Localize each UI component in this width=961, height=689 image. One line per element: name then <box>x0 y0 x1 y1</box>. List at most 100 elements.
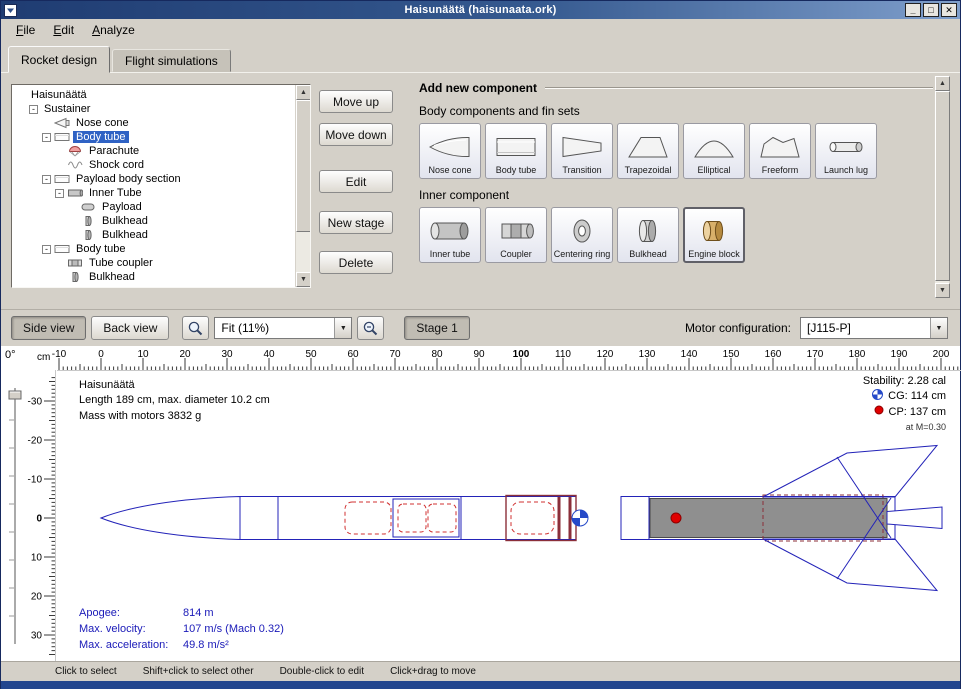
tree-scrollbar[interactable]: ▲ ▼ <box>295 85 310 287</box>
openrocket-window: Haisunäätä (haisunaata.ork) _ □ ✕ FileEd… <box>0 0 961 689</box>
add-panel-scrollbar[interactable]: ▲ ▼ <box>934 76 949 298</box>
add-engine-block-button[interactable]: Engine block <box>683 207 745 263</box>
scroll-down-icon[interactable]: ▼ <box>935 283 950 298</box>
move-up-button[interactable]: Move up <box>319 90 393 113</box>
fin-lower[interactable] <box>763 539 937 591</box>
new-stage-button[interactable]: New stage <box>319 211 393 234</box>
header-rule <box>545 87 933 89</box>
svg-text:70: 70 <box>389 349 401 360</box>
component-button-label: Inner tube <box>430 250 471 260</box>
svg-text:200: 200 <box>933 349 950 360</box>
cg-marker <box>572 510 588 526</box>
scrollbar-thumb[interactable] <box>935 91 950 281</box>
zoom-out-button[interactable] <box>182 316 209 340</box>
tree-item-label: Shock cord <box>86 159 147 171</box>
collapse-icon[interactable]: - <box>42 175 51 184</box>
rotation-slider[interactable] <box>9 388 21 644</box>
tab-rocket-design[interactable]: Rocket design <box>8 46 110 73</box>
add-nose-cone-button[interactable]: Nose cone <box>419 123 481 179</box>
rocket-dimensions: Length 189 cm, max. diameter 10.2 cm <box>79 393 270 408</box>
collapse-icon[interactable]: - <box>42 133 51 142</box>
trapezoidal-fin-icon <box>626 127 670 166</box>
edit-button[interactable]: Edit <box>319 170 393 193</box>
tree-item-shock-cord[interactable]: Shock cord <box>12 158 294 172</box>
tree-item-bulkhead[interactable]: Bulkhead <box>12 228 294 242</box>
scroll-up-icon[interactable]: ▲ <box>296 85 311 100</box>
add-coupler-button[interactable]: Coupler <box>485 207 547 263</box>
tree-item-parachute[interactable]: Parachute <box>12 144 294 158</box>
svg-text:-30: -30 <box>28 397 43 408</box>
add-transition-button[interactable]: Transition <box>551 123 613 179</box>
fin-upper[interactable] <box>763 446 937 498</box>
flight-stat-row: Max. acceleration:49.8 m/s² <box>79 638 284 654</box>
flight-stat-row: Apogee:814 m <box>79 606 284 622</box>
flight-stat-label: Apogee: <box>79 606 183 622</box>
scrollbar-thumb[interactable] <box>296 100 311 232</box>
add-launch-lug-button[interactable]: Launch lug <box>815 123 877 179</box>
add-bulkhead-button[interactable]: Bulkhead <box>617 207 679 263</box>
component-button-label: Centering ring <box>554 250 611 260</box>
menu-file[interactable]: File <box>7 20 44 40</box>
menu-analyze[interactable]: Analyze <box>83 20 144 40</box>
rocket-drawing[interactable] <box>101 446 942 591</box>
stability-condition: at M=0.30 <box>863 421 946 433</box>
flight-stat-value: 49.8 m/s² <box>183 638 229 654</box>
back-view-button[interactable]: Back view <box>91 316 169 340</box>
tree-item-tube-coupler[interactable]: Tube coupler <box>12 256 294 270</box>
zoom-select[interactable]: Fit (11%) ▼ <box>214 317 352 339</box>
tree-item-label: Payload body section <box>73 173 184 185</box>
tree-item-bulkhead[interactable]: Bulkhead <box>12 270 294 284</box>
tab-row: Rocket designFlight simulations <box>1 41 960 72</box>
add-freeform-button[interactable]: Freeform <box>749 123 811 179</box>
close-button[interactable]: ✕ <box>941 3 957 17</box>
tree-item-haisun-t[interactable]: Haisunäätä <box>12 88 294 102</box>
centering-ring-icon <box>560 211 604 250</box>
stage-1-button[interactable]: Stage 1 <box>404 316 469 340</box>
body-tube-a[interactable] <box>240 497 576 540</box>
tree-item-payload[interactable]: Payload <box>12 200 294 214</box>
tab-flight-simulations[interactable]: Flight simulations <box>112 49 231 72</box>
window-menu-icon[interactable] <box>4 4 17 17</box>
collapse-icon[interactable]: - <box>42 245 51 254</box>
add-elliptical-button[interactable]: Elliptical <box>683 123 745 179</box>
component-button-label: Nose cone <box>428 166 471 176</box>
scroll-down-icon[interactable]: ▼ <box>296 272 311 287</box>
add-body-tube-button[interactable]: Body tube <box>485 123 547 179</box>
tree-item-sustainer[interactable]: -Sustainer <box>12 102 294 116</box>
tree-item-body-tube[interactable]: -Body tube <box>12 130 294 144</box>
flight-stat-label: Max. velocity: <box>79 622 183 638</box>
side-view-button[interactable]: Side view <box>11 316 86 340</box>
motor-configuration-select[interactable]: [J115-P] ▼ <box>800 317 948 339</box>
svg-text:140: 140 <box>681 349 698 360</box>
tree-item-body-tube[interactable]: -Body tube <box>12 242 294 256</box>
menu-edit[interactable]: Edit <box>44 20 83 40</box>
scroll-up-icon[interactable]: ▲ <box>935 76 950 91</box>
nose-cone-shape[interactable] <box>101 497 240 540</box>
chevron-down-icon: ▼ <box>930 318 947 338</box>
tree-item-label: Haisunäätä <box>28 89 90 101</box>
magnifier-icon <box>187 320 204 337</box>
add-centering-ring-button[interactable]: Centering ring <box>551 207 613 263</box>
motor[interactable] <box>650 499 887 538</box>
motor-configuration-label: Motor configuration: <box>685 321 791 335</box>
component-button-label: Elliptical <box>697 166 730 176</box>
tree-item-payload-body-section[interactable]: - Payload body section <box>12 172 294 186</box>
tree-item-inner-tube[interactable]: - Inner Tube <box>12 186 294 200</box>
zoom-in-button[interactable] <box>357 316 384 340</box>
tree-item-nose-cone[interactable]: Nose cone <box>12 116 294 130</box>
rotation-angle-label: 0° <box>5 349 16 361</box>
nosecone-icon <box>54 117 70 129</box>
collapse-icon[interactable]: - <box>29 105 38 114</box>
minimize-button[interactable]: _ <box>905 3 921 17</box>
add-trapezoidal-button[interactable]: Trapezoidal <box>617 123 679 179</box>
maximize-button[interactable]: □ <box>923 3 939 17</box>
collapse-icon[interactable]: - <box>55 189 64 198</box>
svg-text:190: 190 <box>891 349 908 360</box>
add-inner-tube-button[interactable]: Inner tube <box>419 207 481 263</box>
add-component-panel: Add new component Body components and fi… <box>401 76 949 298</box>
move-down-button[interactable]: Move down <box>319 123 393 146</box>
section-label-body-components-and-fin-sets: Body components and fin sets <box>419 104 933 118</box>
tree-item-bulkhead[interactable]: Bulkhead <box>12 214 294 228</box>
delete-button[interactable]: Delete <box>319 251 393 274</box>
tree-item-label: Inner Tube <box>86 187 145 199</box>
